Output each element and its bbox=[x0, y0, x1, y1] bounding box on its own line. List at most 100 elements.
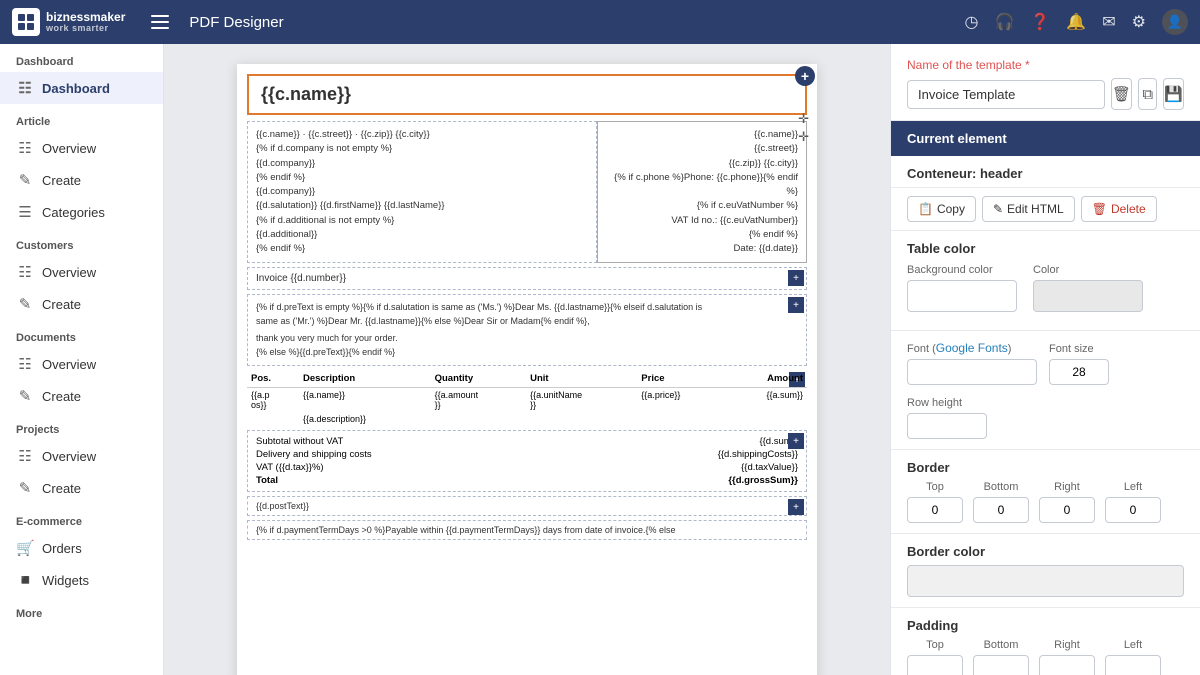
sidebar-item-projects-overview[interactable]: ☷ Overview bbox=[0, 440, 163, 472]
pdf-addr-right-street: {{c.street}} bbox=[606, 142, 798, 156]
border-color-title: Border color bbox=[907, 544, 1184, 559]
current-element-label: Current element bbox=[907, 131, 1007, 146]
sidebar-item-article-create[interactable]: ✎ Create bbox=[0, 164, 163, 196]
sidebar-item-documents-overview[interactable]: ☷ Overview bbox=[0, 348, 163, 380]
orders-icon: 🛒 bbox=[16, 539, 34, 557]
template-name-input[interactable] bbox=[907, 80, 1105, 109]
article-overview-icon: ☷ bbox=[16, 139, 34, 157]
canvas-area: {{c.name}} + ✛ ✛ {{c.name}} · {{c.street… bbox=[164, 44, 890, 675]
sidebar-item-projects-create[interactable]: ✎ Create bbox=[0, 472, 163, 504]
border-left-input[interactable] bbox=[1105, 497, 1161, 523]
sidebar-item-customers-create[interactable]: ✎ Create bbox=[0, 288, 163, 320]
article-categories-icon: ☰ bbox=[16, 203, 34, 221]
sidebar-item-customers-overview-label: Overview bbox=[42, 265, 96, 280]
border-top-label: Top bbox=[907, 481, 963, 493]
sidebar-item-ecommerce-orders[interactable]: 🛒 Orders bbox=[0, 532, 163, 564]
hamburger-menu[interactable] bbox=[147, 11, 173, 33]
projects-overview-icon: ☷ bbox=[16, 447, 34, 465]
sidebar-item-dashboard[interactable]: ☷ Dashboard bbox=[0, 72, 163, 104]
customers-overview-icon: ☷ bbox=[16, 263, 34, 281]
pdf-addr-right-phone: {% if c.phone %}Phone: {{c.phone}}{% end… bbox=[606, 171, 798, 200]
subtotals-add[interactable]: + bbox=[788, 433, 804, 449]
sidebar-item-article-create-label: Create bbox=[42, 173, 81, 188]
row-height-input[interactable] bbox=[907, 413, 987, 439]
email-icon[interactable]: ✉ bbox=[1102, 12, 1115, 32]
padding-right-input[interactable] bbox=[1039, 655, 1095, 675]
topbar: biznessmaker work smarter PDF Designer ◷… bbox=[0, 0, 1200, 44]
posttext-add[interactable]: + bbox=[788, 499, 804, 515]
body-text-add[interactable]: + bbox=[788, 297, 804, 313]
pdf-address-right[interactable]: {{c.name}} {{c.street}} {{c.zip}} {{c.ci… bbox=[597, 121, 807, 263]
rp-actions: 📋 Copy ✎ Edit HTML 🗑 Delete bbox=[891, 188, 1200, 231]
user-icon[interactable]: 👤 bbox=[1162, 9, 1188, 35]
pdf-addr-right-date: Date: {{d.date}} bbox=[606, 242, 798, 256]
current-element-header: Current element bbox=[891, 121, 1200, 156]
bell-icon[interactable]: 🔔 bbox=[1066, 12, 1086, 32]
pdf-posttext-block[interactable]: {{d.postText}} + bbox=[247, 496, 807, 516]
sidebar-item-article-overview[interactable]: ☷ Overview bbox=[0, 132, 163, 164]
sidebar-item-ecommerce-widgets[interactable]: ◾ Widgets bbox=[0, 564, 163, 596]
section-handle-middle[interactable]: ✛ bbox=[798, 129, 809, 145]
pdf-subtotals-block[interactable]: + Subtotal without VAT {{d.sum}} Deliver… bbox=[247, 430, 807, 492]
font-family-label: Font (Google Fonts) bbox=[907, 341, 1037, 355]
border-color-swatch[interactable] bbox=[907, 565, 1184, 597]
delete-button[interactable]: 🗑 Delete bbox=[1081, 196, 1157, 222]
table-cell-amount: {{a.amount}} bbox=[431, 388, 526, 413]
border-bottom-input[interactable] bbox=[973, 497, 1029, 523]
pdf-invoice-number-block[interactable]: Invoice {{d.number}} + bbox=[247, 267, 807, 290]
pdf-body-text-block[interactable]: {% if d.preText is empty %}{% if d.salut… bbox=[247, 294, 807, 366]
pdf-two-col: {{c.name}} · {{c.street}} · {{c.zip}} {{… bbox=[247, 121, 807, 263]
dashboard-icon: ☷ bbox=[16, 79, 34, 97]
padding-left-input[interactable] bbox=[1105, 655, 1161, 675]
sidebar-item-widgets-label: Widgets bbox=[42, 573, 89, 588]
pdf-posttext-content: {{d.postText}} bbox=[256, 501, 309, 511]
pdf-footer-block[interactable]: {% if d.paymentTermDays >0 %}Payable wit… bbox=[247, 520, 807, 540]
section-article: Article bbox=[0, 104, 163, 132]
invoice-number-add[interactable]: + bbox=[788, 270, 804, 286]
border-title: Border bbox=[907, 460, 1184, 475]
sidebar-item-documents-create[interactable]: ✎ Create bbox=[0, 380, 163, 412]
font-section: Font (Google Fonts) Font size Row height bbox=[891, 331, 1200, 450]
font-size-input[interactable] bbox=[1049, 359, 1109, 385]
copy-button[interactable]: 📋 Copy bbox=[907, 196, 976, 222]
template-save-button[interactable]: 💾 bbox=[1163, 78, 1184, 110]
help-icon[interactable]: ❓ bbox=[1030, 12, 1050, 32]
edit-html-button[interactable]: ✎ Edit HTML bbox=[982, 196, 1075, 222]
sidebar-item-article-categories[interactable]: ☰ Categories bbox=[0, 196, 163, 228]
pdf-add-button[interactable]: + bbox=[795, 66, 815, 86]
settings-icon[interactable]: ⚙ bbox=[1132, 12, 1146, 32]
font-row: Font (Google Fonts) Font size Row height bbox=[907, 341, 1184, 439]
sidebar-item-documents-overview-label: Overview bbox=[42, 357, 96, 372]
pdf-total-row: Total {{d.grossSum}} bbox=[256, 474, 798, 487]
padding-top-input[interactable] bbox=[907, 655, 963, 675]
sidebar-item-customers-overview[interactable]: ☷ Overview bbox=[0, 256, 163, 288]
table-cell-price: {{a.price}} bbox=[637, 388, 724, 413]
pdf-header-name-text: {{c.name}} bbox=[261, 84, 351, 104]
color-swatch[interactable] bbox=[1033, 280, 1143, 312]
bg-color-swatch[interactable] bbox=[907, 280, 1017, 312]
border-labels: Top Bottom Right Left bbox=[907, 481, 1184, 493]
table-color-title: Table color bbox=[907, 241, 1184, 256]
pdf-address-left[interactable]: {{c.name}} · {{c.street}} · {{c.zip}} {{… bbox=[247, 121, 597, 263]
border-right-input[interactable] bbox=[1039, 497, 1095, 523]
row-height-group: Row height bbox=[907, 397, 987, 439]
padding-bottom-input[interactable] bbox=[973, 655, 1029, 675]
template-copy-button[interactable]: ⧉ bbox=[1138, 78, 1157, 110]
app-name-text: biznessmaker work smarter bbox=[46, 11, 125, 33]
article-create-icon: ✎ bbox=[16, 171, 34, 189]
section-handle-top[interactable]: ✛ bbox=[798, 111, 809, 127]
pdf-header-name-block[interactable]: {{c.name}} + bbox=[247, 74, 807, 115]
alarm-icon[interactable]: ◷ bbox=[965, 12, 979, 32]
headphone-icon[interactable]: 🎧 bbox=[994, 12, 1014, 32]
google-fonts-link[interactable]: Google Fonts bbox=[936, 341, 1008, 355]
border-top-input[interactable] bbox=[907, 497, 963, 523]
template-delete-button[interactable]: 🗑 bbox=[1111, 78, 1132, 110]
widgets-icon: ◾ bbox=[16, 571, 34, 589]
delivery-label: Delivery and shipping costs bbox=[256, 449, 372, 460]
section-dashboard: Dashboard bbox=[0, 44, 163, 72]
pdf-canvas: {{c.name}} + ✛ ✛ {{c.name}} · {{c.street… bbox=[237, 64, 817, 675]
font-family-input[interactable] bbox=[907, 359, 1037, 385]
padding-section: Padding Top Bottom Right Left bbox=[891, 608, 1200, 675]
table-col-amount: Amount bbox=[724, 370, 807, 388]
pdf-address-left-line7: {% if d.additional is not empty %} bbox=[256, 214, 588, 228]
